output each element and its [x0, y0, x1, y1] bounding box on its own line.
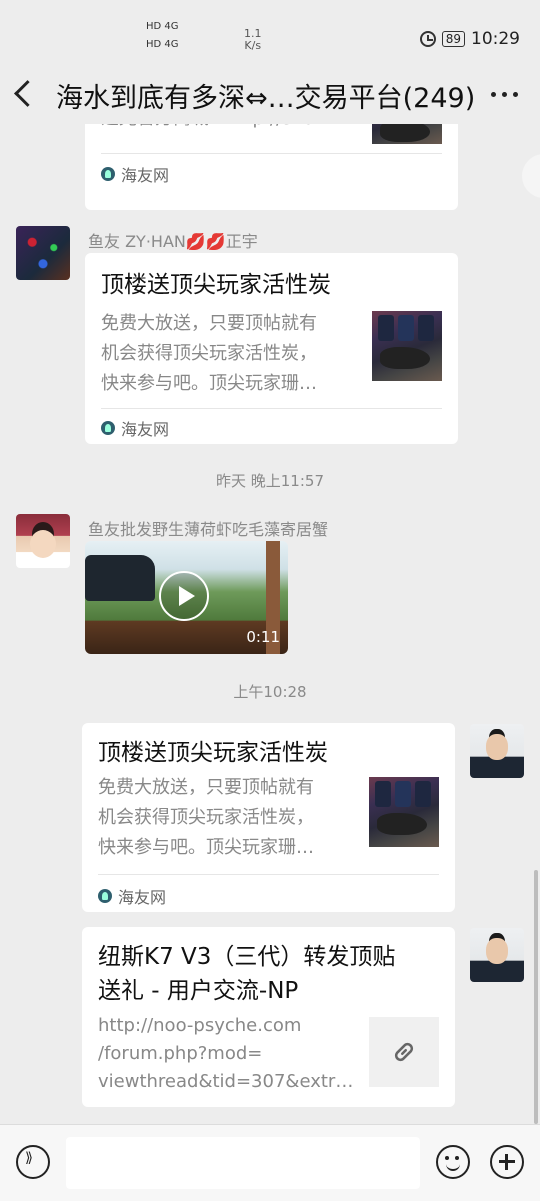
card-source: 海友网	[98, 884, 166, 908]
avatar[interactable]	[16, 514, 70, 568]
card-desc-line: 免费大放送，只要顶帖就有	[101, 313, 317, 334]
signal-indicator-2: HD 4G	[146, 39, 179, 50]
video-frame	[85, 555, 155, 601]
avatar[interactable]	[470, 928, 524, 982]
link-card[interactable]: 迈光官方商城：http://sho… 海友网	[85, 124, 458, 210]
source-logo-icon	[101, 421, 115, 435]
source-logo-icon	[101, 167, 115, 181]
signal-indicator-1: HD 4G	[146, 21, 179, 32]
sender-name: 鱼友批发野生薄荷虾吃毛藻寄居蟹	[88, 520, 329, 539]
card-title-line: 送礼 - 用户交流-NP	[98, 978, 299, 1004]
card-desc-line: 快来参与吧。顶尖玩家珊…	[98, 837, 314, 858]
status-bar: HD 4G HD 4G 1.1 K/s 89 10:29	[0, 0, 540, 68]
card-desc-line: 机会获得顶尖玩家活性炭，	[98, 807, 314, 828]
video-duration: 0:11	[246, 628, 280, 646]
side-handle[interactable]	[522, 154, 540, 198]
link-thumbnail	[369, 1017, 439, 1087]
avatar[interactable]	[16, 226, 70, 280]
link-card[interactable]: 纽斯K7 V3（三代）转发顶贴 送礼 - 用户交流-NP http://noo-…	[82, 927, 455, 1107]
play-icon[interactable]	[159, 571, 209, 621]
battery-indicator: 89	[441, 31, 465, 47]
card-description: 迈光官方商城：http://sho…	[101, 124, 332, 134]
card-source: 海友网	[101, 416, 169, 440]
card-desc-line: 免费大放送，只要顶帖就有	[98, 777, 314, 798]
sender-name: 鱼友 ZY·HAN💋💋正宇	[88, 232, 258, 251]
link-card[interactable]: 顶楼送顶尖玩家活性炭 免费大放送，只要顶帖就有 机会获得顶尖玩家活性炭， 快来参…	[85, 253, 458, 444]
more-dots-icon[interactable]	[491, 92, 518, 97]
card-url-line: http://noo-psyche.com	[98, 1015, 302, 1036]
card-desc-line: 机会获得顶尖玩家活性炭，	[101, 343, 317, 364]
card-url-line: /forum.php?mod=	[98, 1043, 263, 1064]
plus-icon[interactable]	[490, 1145, 524, 1179]
message-list[interactable]: 迈光官方商城：http://sho… 海友网 鱼友 ZY·HAN💋💋正宇 顶楼送…	[0, 124, 540, 1124]
card-thumbnail	[372, 311, 442, 381]
link-card[interactable]: 顶楼送顶尖玩家活性炭 免费大放送，只要顶帖就有 机会获得顶尖玩家活性炭， 快来参…	[82, 723, 455, 912]
card-source-label: 海友网	[118, 888, 167, 907]
back-arrow-icon[interactable]	[14, 80, 41, 107]
message-input[interactable]	[66, 1137, 420, 1189]
clock: 10:29	[471, 29, 520, 49]
avatar[interactable]	[470, 724, 524, 778]
card-url-line: viewthread&tid=307&extr…	[98, 1071, 354, 1092]
timestamp: 上午10:28	[233, 683, 307, 701]
card-thumbnail	[372, 124, 442, 144]
link-icon	[394, 1042, 414, 1062]
card-thumbnail	[369, 777, 439, 847]
network-speed-unit: K/s	[244, 39, 262, 52]
card-source: 海友网	[101, 162, 169, 186]
card-title-line: 纽斯K7 V3（三代）转发顶贴	[98, 944, 396, 970]
source-logo-icon	[98, 889, 112, 903]
card-title: 顶楼送顶尖玩家活性炭	[101, 272, 331, 298]
scrollbar[interactable]	[534, 870, 538, 1124]
emoji-icon[interactable]	[436, 1145, 470, 1179]
card-source-label: 海友网	[121, 166, 170, 185]
chat-title: 海水到底有多深⇔…交易平台(249)	[56, 83, 476, 114]
input-bar	[0, 1124, 540, 1201]
network-speed: 1.1 K/s	[244, 28, 262, 52]
video-message[interactable]: 0:11	[85, 541, 288, 654]
chat-header: 海水到底有多深⇔…交易平台(249)	[0, 68, 540, 124]
voice-icon[interactable]	[16, 1145, 50, 1179]
card-desc-line: 快来参与吧。顶尖玩家珊…	[101, 373, 317, 394]
alarm-icon	[419, 31, 436, 47]
card-source-label: 海友网	[121, 420, 170, 439]
timestamp: 昨天 晚上11:57	[216, 472, 324, 490]
card-title: 顶楼送顶尖玩家活性炭	[98, 740, 328, 766]
